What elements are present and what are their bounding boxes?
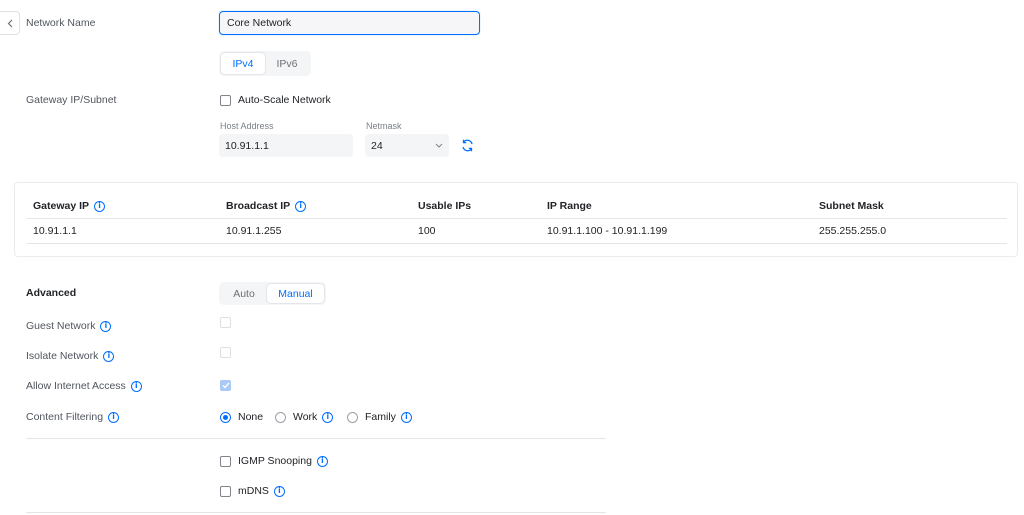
igmp-snooping-checkbox[interactable] xyxy=(220,456,231,467)
section-divider xyxy=(26,512,606,513)
subnet-info-table: Gateway IP i Broadcast IP i Usable IPs I… xyxy=(14,182,1018,257)
advanced-mode-toggle: Auto Manual xyxy=(219,282,326,305)
guest-network-label: Guest Network xyxy=(26,320,96,332)
cell-ip-range: 10.91.1.100 - 10.91.1.199 xyxy=(547,225,668,237)
auto-scale-checkbox[interactable] xyxy=(220,95,231,106)
igmp-snooping-option: IGMP Snooping i xyxy=(238,455,328,467)
refresh-icon[interactable] xyxy=(460,138,475,153)
info-icon[interactable]: i xyxy=(400,411,412,423)
allow-internet-row-label: Allow Internet Access i xyxy=(26,380,142,392)
ipv6-option[interactable]: IPv6 xyxy=(265,53,309,74)
filter-none-radio[interactable] xyxy=(220,412,231,423)
manual-option[interactable]: Manual xyxy=(267,284,324,303)
igmp-snooping-label: IGMP Snooping xyxy=(238,455,312,467)
chevron-down-icon xyxy=(435,143,443,148)
cell-broadcast-ip: 10.91.1.255 xyxy=(226,225,282,237)
mdns-label: mDNS xyxy=(238,485,269,497)
cell-gateway-ip: 10.91.1.1 xyxy=(33,225,77,237)
network-name-label: Network Name xyxy=(26,17,96,29)
mdns-checkbox[interactable] xyxy=(220,486,231,497)
filter-family-radio[interactable] xyxy=(347,412,358,423)
guest-network-checkbox[interactable] xyxy=(220,317,231,328)
filter-family-label: Family xyxy=(365,411,396,423)
info-icon[interactable]: i xyxy=(108,411,120,423)
isolate-network-checkbox[interactable] xyxy=(220,347,231,358)
filter-work-radio[interactable] xyxy=(275,412,286,423)
header-subnet-mask: Subnet Mask xyxy=(819,200,884,212)
header-usable-ips: Usable IPs xyxy=(418,200,472,212)
info-icon[interactable]: i xyxy=(130,380,142,392)
cell-subnet-mask: 255.255.255.0 xyxy=(819,225,887,237)
network-name-input[interactable] xyxy=(219,11,480,35)
filter-family-option: Family i xyxy=(365,411,412,423)
auto-scale-label: Auto-Scale Network xyxy=(238,94,331,106)
info-icon[interactable]: i xyxy=(295,200,307,212)
ipv4-option[interactable]: IPv4 xyxy=(221,53,265,74)
netmask-value: 24 xyxy=(371,139,383,152)
advanced-label: Advanced xyxy=(26,287,77,299)
content-filtering-row-label: Content Filtering i xyxy=(26,411,120,423)
ip-version-toggle: IPv4 IPv6 xyxy=(219,51,311,76)
guest-network-row-label: Guest Network i xyxy=(26,320,112,332)
info-icon[interactable]: i xyxy=(273,485,285,497)
info-icon[interactable]: i xyxy=(316,455,328,467)
auto-option[interactable]: Auto xyxy=(221,284,267,303)
info-icon[interactable]: i xyxy=(103,350,115,362)
table-divider xyxy=(27,218,1007,219)
chevron-left-icon xyxy=(7,19,12,27)
allow-internet-checkbox[interactable] xyxy=(220,380,231,391)
header-broadcast-ip: Broadcast IP i xyxy=(226,200,307,212)
section-divider xyxy=(26,438,606,439)
info-icon[interactable]: i xyxy=(94,200,106,212)
filter-work-label: Work xyxy=(293,411,318,423)
cell-usable-ips: 100 xyxy=(418,225,436,237)
isolate-network-row-label: Isolate Network i xyxy=(26,350,115,362)
host-address-label: Host Address xyxy=(220,121,274,131)
mdns-option: mDNS i xyxy=(238,485,285,497)
gateway-subnet-label: Gateway IP/Subnet xyxy=(26,94,117,106)
filter-work-option: Work i xyxy=(293,411,334,423)
table-divider xyxy=(27,243,1007,244)
netmask-select[interactable]: 24 xyxy=(365,134,449,157)
back-button[interactable] xyxy=(0,11,20,35)
isolate-network-label: Isolate Network xyxy=(26,350,99,362)
content-filtering-label: Content Filtering xyxy=(26,411,104,423)
header-gateway-ip: Gateway IP i xyxy=(33,200,106,212)
info-icon[interactable]: i xyxy=(100,320,112,332)
netmask-label: Netmask xyxy=(366,121,402,131)
filter-none-label: None xyxy=(238,411,264,423)
info-icon[interactable]: i xyxy=(322,411,334,423)
allow-internet-label: Allow Internet Access xyxy=(26,380,126,392)
checkmark-icon xyxy=(222,382,230,389)
host-address-value: 10.91.1.1 xyxy=(225,139,269,152)
host-address-input[interactable]: 10.91.1.1 xyxy=(219,134,353,157)
header-ip-range: IP Range xyxy=(547,200,592,212)
